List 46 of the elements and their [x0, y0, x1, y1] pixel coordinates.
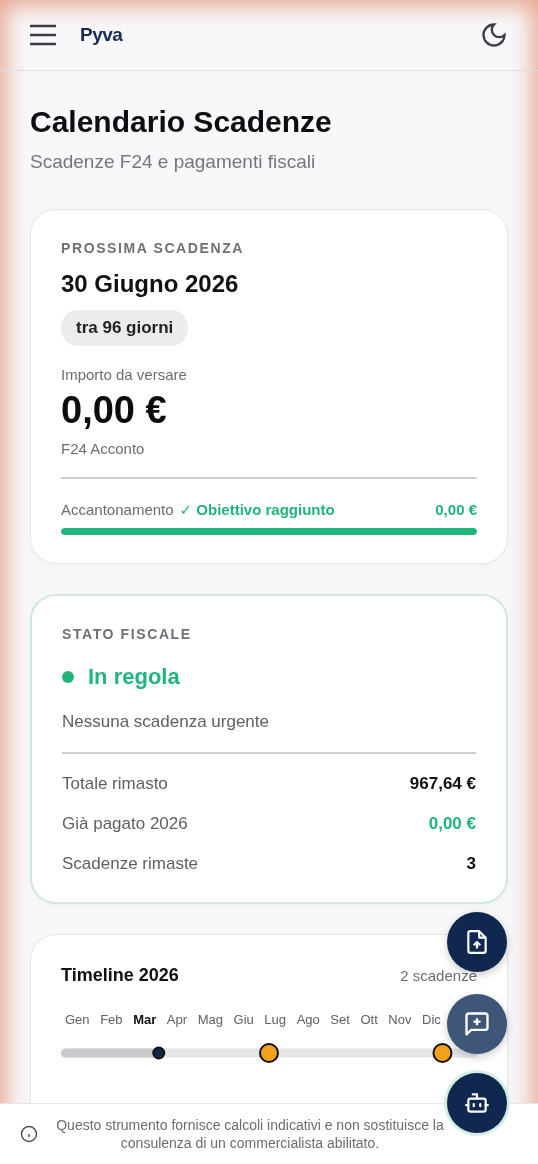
summary-value: 0,00 € [428, 814, 476, 834]
upload-document-button[interactable] [447, 912, 507, 972]
theme-toggle-button[interactable] [480, 21, 508, 49]
status-text: In regola [88, 664, 180, 690]
robot-icon [464, 1090, 490, 1116]
month-label: Dic [422, 1012, 441, 1027]
summary-label: Scadenze rimaste [62, 854, 199, 874]
countdown-badge: tra 96 giorni [61, 310, 189, 346]
summary-label: Totale rimasto [62, 774, 168, 794]
menu-icon [30, 24, 56, 46]
month-label: Gen [65, 1012, 90, 1027]
summary-value: 3 [466, 854, 476, 874]
savings-label: Accantonamento [61, 501, 174, 518]
month-label: Lug [264, 1012, 287, 1027]
message-plus-icon [463, 1010, 491, 1038]
month-label: Ago [296, 1012, 320, 1027]
amount: 0,00 € [61, 389, 168, 432]
month-label: Giu [233, 1012, 254, 1027]
payment-type: F24 Acconto [61, 440, 146, 457]
month-label: Ott [360, 1012, 378, 1027]
summary-value: 967,64 € [409, 774, 476, 794]
month-label: Apr [166, 1012, 188, 1027]
disclaimer-text: Questo strumento fornisce calcoli indicativi e non sostituisce la consulenza di un commercialista abilitato. [55, 1115, 445, 1153]
file-upload-icon [464, 929, 490, 955]
month-label: Mar [133, 1012, 157, 1027]
assistant-button[interactable] [447, 1073, 507, 1133]
summary-label: Già pagato 2026 [62, 814, 188, 834]
savings-status: ✓ Obiettivo raggiunto [179, 501, 335, 519]
timeline-title: Timeline 2026 [61, 965, 179, 986]
month-label: Nov [388, 1012, 412, 1027]
deadline-count: 2 scadenze [400, 967, 477, 984]
savings-amount: 0,00 € [435, 501, 477, 518]
card-label: STATO FISCALE [62, 626, 193, 642]
deadline-date: 30 Giugno 2026 [61, 270, 240, 298]
month-label: Feb [100, 1012, 123, 1027]
info-icon [20, 1125, 38, 1143]
month-label: Set [330, 1012, 350, 1027]
page-subtitle: Scadenze F24 e pagamenti fiscali [30, 151, 317, 173]
card-label: PROSSIMA SCADENZA [61, 240, 246, 256]
page-title: Calendario Scadenze [30, 105, 333, 139]
logo: Pyva [80, 24, 124, 46]
amount-label: Importo da versare [61, 366, 188, 383]
status-note: Nessuna scadenza urgente [62, 712, 270, 732]
month-label: Mag [197, 1012, 223, 1027]
moon-icon [480, 21, 508, 49]
menu-button[interactable] [30, 24, 56, 46]
